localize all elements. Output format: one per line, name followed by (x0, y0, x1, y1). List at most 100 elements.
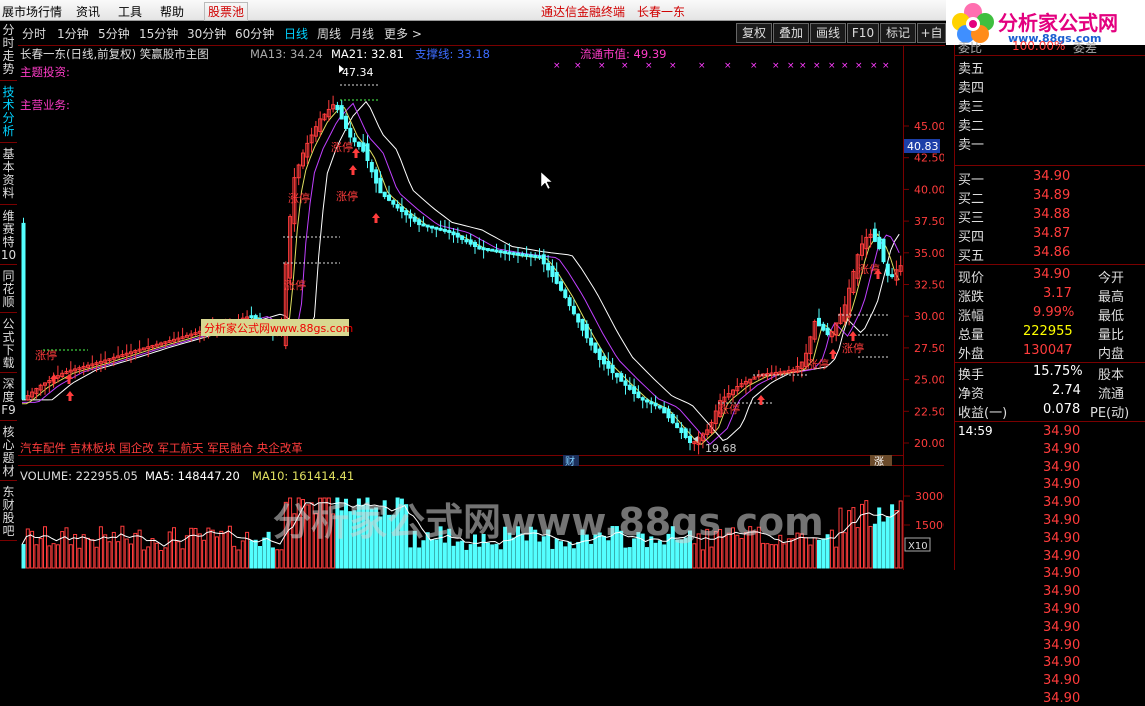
period-tab[interactable]: 60分钟 (235, 25, 274, 42)
commission-diff-label: 委差 (1073, 41, 1098, 55)
sell-5-label: 卖五 (958, 62, 985, 77)
stat-label: 今开 (1098, 271, 1125, 286)
candle-body (382, 191, 387, 198)
draw-line-button[interactable]: 画线 (810, 23, 846, 43)
menu-tools[interactable]: 工具 (118, 3, 142, 20)
side-tab-active[interactable]: 技术分析 (0, 86, 17, 143)
volume-bar (460, 540, 465, 569)
price-axis-label: 37.50 (914, 215, 944, 228)
menu-market[interactable]: 展市场行情 (2, 3, 62, 20)
price-axis-label: 20.00 (914, 437, 944, 450)
side-tab[interactable]: 维赛特10 (0, 210, 17, 265)
side-tab[interactable]: 分时走势 (0, 24, 17, 81)
stat2-label: 流通 (1098, 387, 1125, 402)
volume-bar (842, 532, 847, 569)
stock-title: 长春一东 (637, 5, 686, 19)
price-axis-label: 22.50 (914, 405, 944, 418)
ma-line-purple (22, 102, 900, 446)
buy-arrow-icon (65, 374, 73, 384)
volume-bar (834, 546, 839, 569)
tick-price: 34.90 (1043, 566, 1081, 582)
candle-body (442, 228, 447, 232)
period-tab[interactable]: 15分钟 (139, 25, 178, 42)
candle-body (434, 226, 439, 230)
candle-body (528, 254, 533, 258)
kline-chart[interactable]: 长春一东(日线,前复权) 笑赢股市主图 MA13: 34.24 MA21: 32… (18, 45, 944, 570)
restore-rights-button[interactable]: 复权 (736, 23, 772, 43)
volume-bar (154, 542, 159, 569)
menu-stock-pool[interactable]: 股票池 (204, 2, 249, 21)
candle-body (391, 200, 396, 205)
candle-body (460, 235, 465, 240)
limit-up-label: 涨停 (288, 191, 310, 205)
volume-bar (129, 543, 133, 569)
candle-body (524, 253, 529, 257)
add-favorite-button[interactable]: +自选 (917, 23, 946, 43)
menu-news[interactable]: 资讯 (76, 3, 100, 20)
candle-body (520, 253, 525, 257)
volume-bar (864, 500, 869, 569)
volume-bar (817, 539, 821, 569)
volume-bar (623, 547, 628, 569)
volume-bar (653, 542, 658, 569)
overlay-button[interactable]: 叠加 (773, 23, 809, 43)
side-tab[interactable]: 深度F9 (0, 378, 17, 421)
side-tab[interactable]: 核心题材 (0, 426, 17, 481)
volume-bar (107, 541, 112, 569)
signal-x-mark: × (698, 61, 706, 71)
tick-price: 34.90 (1043, 495, 1081, 511)
tick-price: 34.90 (1043, 513, 1081, 528)
ma-line-white (22, 100, 900, 442)
candle-body (657, 405, 662, 409)
candle-body (567, 297, 572, 307)
candle-body (361, 142, 366, 152)
volume-bar (202, 539, 207, 569)
volume-bar (490, 544, 495, 569)
side-tab[interactable]: 公式下载 (0, 318, 17, 373)
candle-body (485, 248, 490, 251)
volume-bar (55, 544, 60, 569)
sell-3-label: 卖三 (958, 100, 985, 115)
period-tab-active[interactable]: 日线 (284, 25, 308, 42)
candle-body (872, 228, 877, 242)
stat-label: 涨跌 (958, 290, 985, 305)
candle-body (559, 281, 563, 291)
period-tab[interactable]: 分时 (22, 25, 46, 42)
volume-bar (266, 531, 271, 569)
buy-2-label: 买二 (958, 192, 985, 207)
separator (955, 421, 1145, 422)
candle-body (374, 169, 379, 184)
volume-bar (442, 542, 447, 569)
period-tab[interactable]: 1分钟 (57, 25, 89, 42)
separator (955, 55, 1145, 56)
volume-bar (141, 549, 146, 569)
volume-bar (240, 540, 245, 569)
side-tab[interactable]: 基本资料 (0, 148, 17, 205)
menu-help[interactable]: 帮助 (160, 3, 184, 20)
volume-ma10-label: MA10: 161414.41 (252, 469, 354, 483)
volume-bar (215, 536, 219, 569)
side-tab[interactable]: 东财股吧 (0, 486, 17, 541)
signal-x-mark: × (724, 61, 732, 71)
price-axis-label: 40.00 (914, 183, 944, 196)
chart-watermark-text: 分析家公式网www.88gs.com (204, 321, 353, 335)
period-tab-more[interactable]: 更多 > (384, 25, 422, 42)
volume-bar (73, 534, 78, 569)
signal-x-mark: × (870, 61, 878, 71)
volume-bar (559, 541, 563, 569)
candle-body (473, 241, 477, 248)
concept-tags: 汽车配件 吉林板块 国企改 军工航天 军民融合 央企改革 (20, 441, 303, 455)
stat-value: 222955 (1023, 324, 1073, 339)
candle-body (675, 422, 680, 429)
period-tab[interactable]: 周线 (317, 25, 341, 42)
period-tab[interactable]: 5分钟 (98, 25, 130, 42)
tick-price: 34.90 (1043, 584, 1081, 600)
side-tab[interactable]: 同花顺 (0, 270, 17, 313)
period-tab[interactable]: 30分钟 (187, 25, 226, 42)
stat-label: 涨幅 (958, 309, 985, 324)
buy-arrow-icon (349, 165, 357, 175)
candle-body (451, 231, 456, 236)
mark-button[interactable]: 标记 (880, 23, 916, 43)
period-tab[interactable]: 月线 (350, 25, 374, 42)
f10-button[interactable]: F10 (847, 23, 879, 43)
